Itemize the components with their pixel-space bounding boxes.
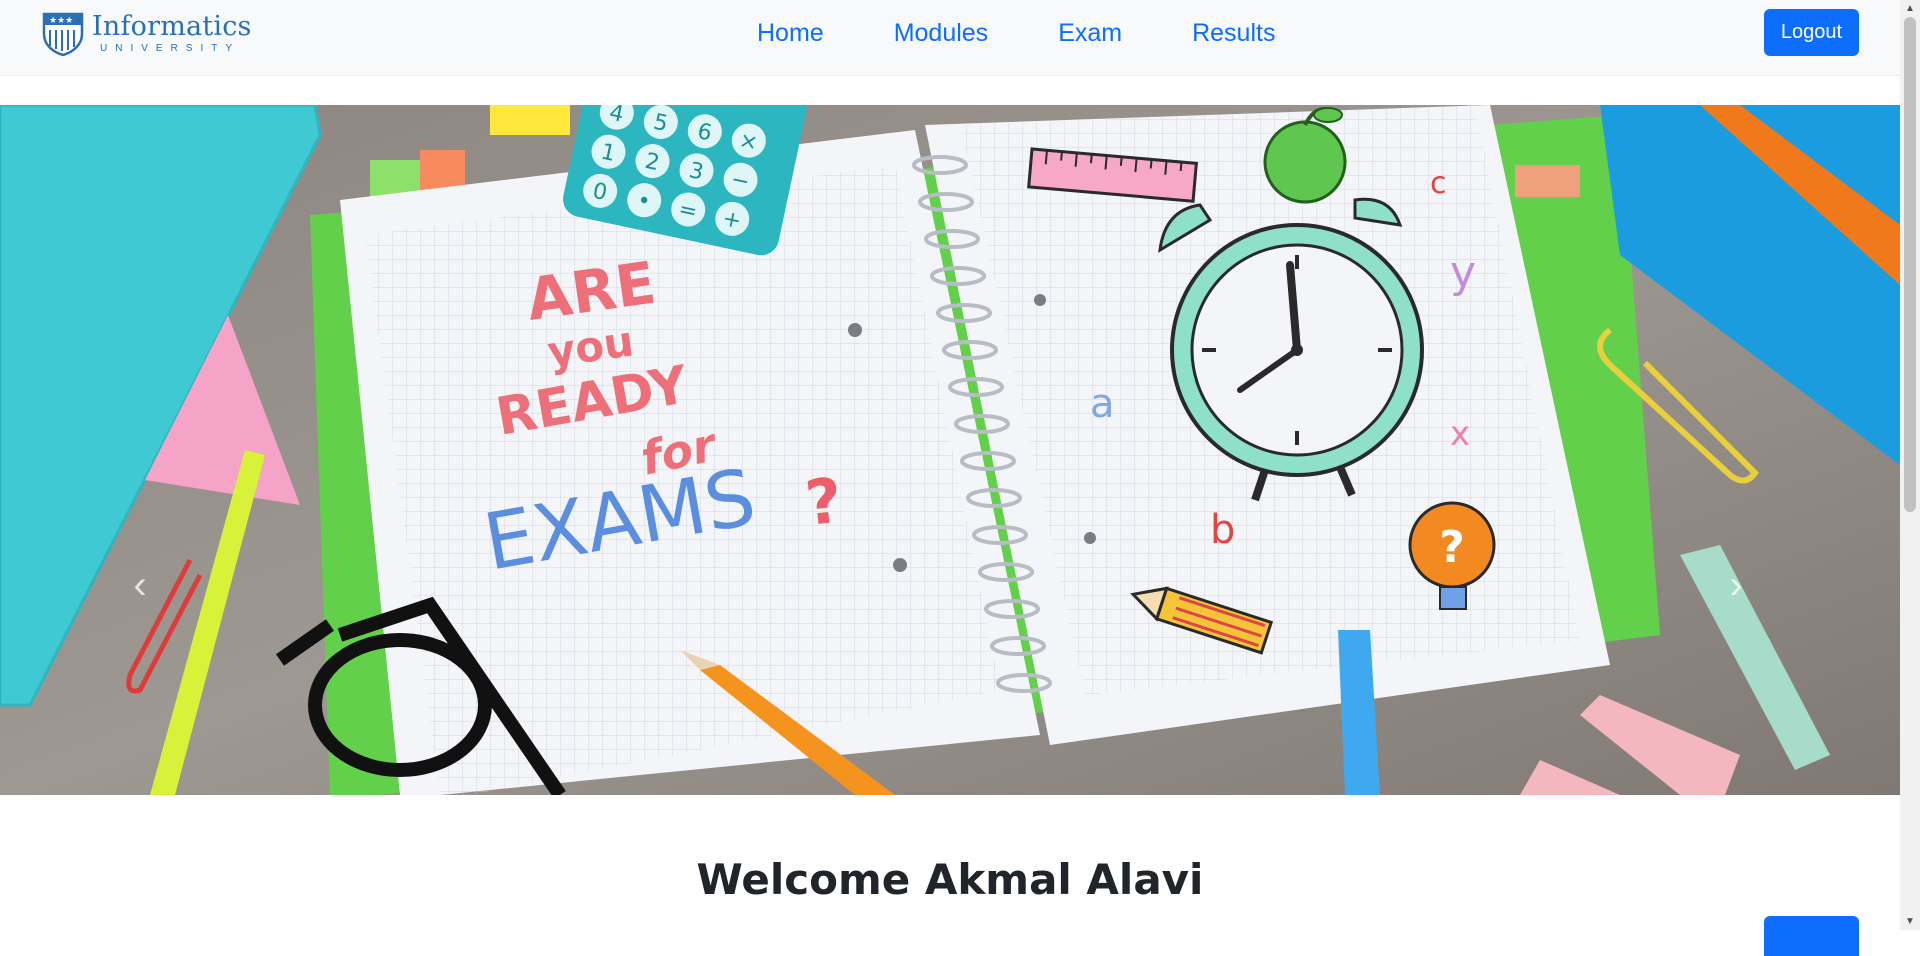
doodle-letter-c: c (1430, 166, 1447, 201)
sticky-tab (490, 105, 570, 135)
brand-subtitle: UNIVERSITY (100, 42, 241, 54)
main-nav: Home Modules Exam Results (757, 0, 1345, 66)
logout-button[interactable]: Logout (1764, 9, 1859, 56)
crest-icon: ★★★ (42, 12, 84, 56)
brand-name: Informatics (92, 10, 252, 42)
chevron-left-icon: ‹ (133, 562, 147, 607)
nav-exam-link[interactable]: Exam (1058, 19, 1122, 48)
sticky-tab (420, 150, 465, 190)
navbar: ★★★ Informatics UNIVERSITY Home Modules … (0, 0, 1900, 76)
page-scrollbar[interactable]: ▲ ▼ (1900, 0, 1920, 930)
sticky-tab (1515, 165, 1580, 197)
chevron-right-icon: › (1729, 562, 1743, 607)
nav-modules-link[interactable]: Modules (894, 19, 989, 48)
hero-image: 4 5 6 × 1 2 3 − 0 • = + ARE you READY fo… (0, 105, 1900, 795)
scrollbar-thumb[interactable] (1904, 17, 1916, 512)
doodle-letter-a: a (1090, 381, 1115, 427)
nav-home-link[interactable]: Home (757, 19, 824, 48)
doodle-letter-b: b (1210, 507, 1235, 553)
scroll-down-arrow-icon[interactable]: ▼ (1900, 913, 1920, 930)
nav-results-link[interactable]: Results (1192, 19, 1275, 48)
doodle-letter-x: x (1450, 414, 1470, 454)
university-logo[interactable]: ★★★ Informatics UNIVERSITY (40, 8, 252, 58)
partial-button[interactable] (1764, 916, 1859, 956)
carousel-prev-button[interactable]: ‹ (120, 560, 160, 610)
carousel-next-button[interactable]: › (1716, 560, 1756, 610)
headline-question: ? (802, 464, 845, 540)
welcome-heading: Welcome Akmal Alavi (696, 855, 1204, 904)
svg-text:★★★: ★★★ (49, 16, 73, 26)
svg-text:?: ? (1439, 522, 1465, 573)
hero-carousel: 4 5 6 × 1 2 3 − 0 • = + ARE you READY fo… (0, 105, 1900, 795)
doodle-letter-y: y (1450, 247, 1476, 298)
scroll-up-arrow-icon[interactable]: ▲ (1900, 0, 1920, 17)
